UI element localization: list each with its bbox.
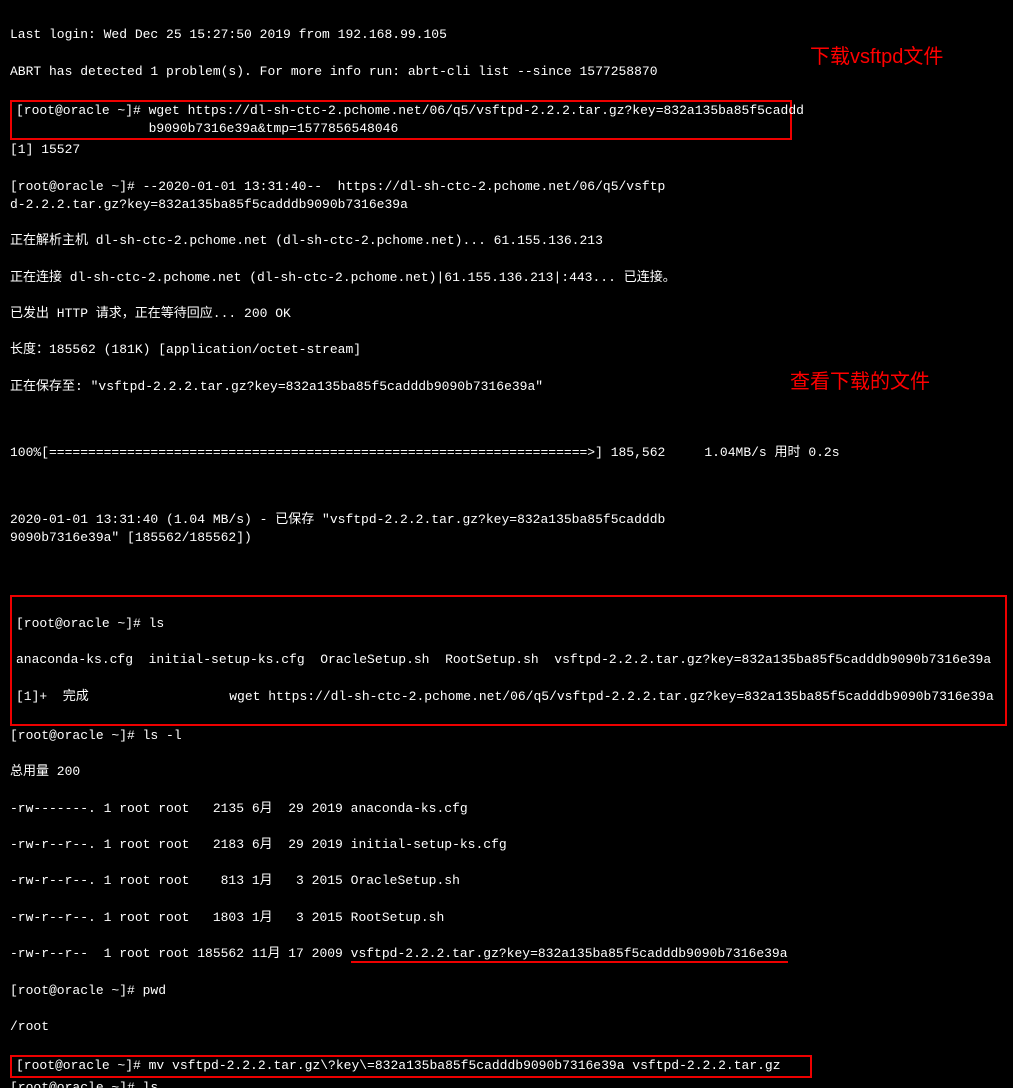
ls-cmd[interactable]: [root@oracle ~]# ls: [16, 615, 1001, 633]
wget-output-2: 正在解析主机 dl-sh-ctc-2.pchome.net (dl-sh-ctc…: [10, 232, 1003, 250]
job-done: [1]+ 完成 wget https://dl-sh-ctc-2.pchome.…: [16, 688, 1001, 706]
pwd-cmd[interactable]: [root@oracle ~]# pwd: [10, 982, 1003, 1000]
lsl-row-2: -rw-r--r--. 1 root root 2183 6月 29 2019 …: [10, 836, 1003, 854]
ls-output: anaconda-ks.cfg initial-setup-ks.cfg Ora…: [16, 651, 1001, 669]
mv-cmd[interactable]: [root@oracle ~]# mv vsftpd-2.2.2.tar.gz\…: [16, 1058, 781, 1073]
vsftpd-file-underlined: vsftpd-2.2.2.tar.gz?key=832a135ba85f5cad…: [351, 946, 788, 963]
annotation-view-file: 查看下载的文件: [790, 368, 930, 396]
wget-command[interactable]: wget https://dl-sh-ctc-2.pchome.net/06/q…: [149, 102, 809, 138]
ls-command-box: [root@oracle ~]# ls anaconda-ks.cfg init…: [10, 595, 1007, 726]
wget-output-4: 已发出 HTTP 请求，正在等待回应... 200 OK: [10, 305, 1003, 323]
wget-output-5: 长度：185562 (181K) [application/octet-stre…: [10, 341, 1003, 359]
wget-command-box: [root@oracle ~]# wget https://dl-sh-ctc-…: [10, 100, 792, 140]
lsl-row-1: -rw-------. 1 root root 2135 6月 29 2019 …: [10, 800, 1003, 818]
wget-output-3: 正在连接 dl-sh-ctc-2.pchome.net (dl-sh-ctc-2…: [10, 269, 1003, 287]
annotation-download: 下载vsftpd文件: [810, 43, 943, 71]
lsl-total: 总用量 200: [10, 763, 1003, 781]
last-login-line: Last login: Wed Dec 25 15:27:50 2019 fro…: [10, 26, 1003, 44]
lsl-row-4: -rw-r--r--. 1 root root 1803 1月 3 2015 R…: [10, 909, 1003, 927]
mv-command-box: [root@oracle ~]# mv vsftpd-2.2.2.tar.gz\…: [10, 1055, 812, 1077]
lsl-row-3: -rw-r--r--. 1 root root 813 1月 3 2015 Or…: [10, 872, 1003, 890]
ls2-cmd[interactable]: [root@oracle ~]# ls: [10, 1079, 1003, 1088]
terminal-output: Last login: Wed Dec 25 15:27:50 2019 fro…: [0, 0, 1013, 1088]
prompt: [root@oracle ~]#: [16, 103, 149, 118]
wget-done: 2020-01-01 13:31:40 (1.04 MB/s) - 已保存 "v…: [10, 511, 670, 547]
lsl-row-5: -rw-r--r-- 1 root root 185562 11月 17 200…: [10, 945, 1003, 963]
lsl-cmd[interactable]: [root@oracle ~]# ls -l: [10, 727, 1003, 745]
progress-bar: 100%[===================================…: [10, 444, 1003, 462]
job-pid: [1] 15527: [10, 141, 1003, 159]
wget-output-1: [root@oracle ~]# --2020-01-01 13:31:40--…: [10, 178, 670, 214]
pwd-out: /root: [10, 1018, 1003, 1036]
